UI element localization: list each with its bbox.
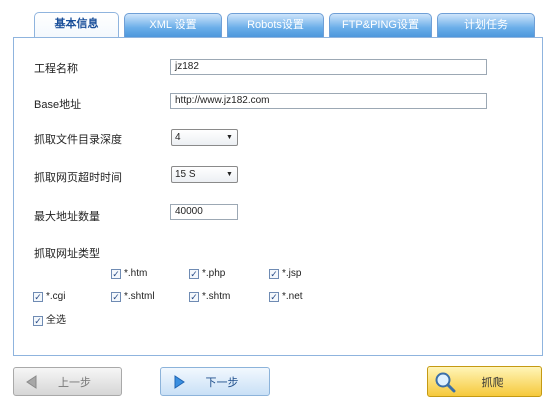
arrow-left-icon xyxy=(26,374,37,389)
next-step-label: 下一步 xyxy=(205,376,239,389)
base-url-label: Base地址 xyxy=(34,99,82,111)
crawl-depth-value: 4 xyxy=(175,132,181,143)
checkbox-box[interactable]: ✓ xyxy=(269,292,279,302)
checkbox-label: *.php xyxy=(202,268,226,279)
prev-step-button[interactable]: 上一步 xyxy=(13,367,122,396)
timeout-label: 抓取网页超时时间 xyxy=(34,172,122,184)
tab-xml-settings[interactable]: XML 设置 xyxy=(124,13,222,37)
checkbox-label: *.htm xyxy=(124,268,148,279)
crawl-label: 抓爬 xyxy=(481,376,504,389)
chevron-down-icon: ▼ xyxy=(226,134,233,141)
checkbox-box[interactable]: ✓ xyxy=(111,269,121,279)
tab-scheduled-tasks[interactable]: 计划任务 xyxy=(437,13,535,37)
project-name-label: 工程名称 xyxy=(34,63,78,75)
base-url-input[interactable]: http://www.jz182.com xyxy=(170,93,487,109)
checkbox-select-all[interactable]: ✓ 全选 xyxy=(33,315,66,327)
project-name-input[interactable]: jz182 xyxy=(170,59,487,75)
url-types-label: 抓取网址类型 xyxy=(34,248,100,260)
crawl-depth-label: 抓取文件目录深度 xyxy=(34,134,122,146)
basic-info-panel xyxy=(13,37,543,356)
checkbox-cgi[interactable]: ✓ *.cgi xyxy=(33,291,65,303)
checkbox-shtm[interactable]: ✓ *.shtm xyxy=(189,291,230,303)
checkbox-label: 全选 xyxy=(46,315,66,326)
checkbox-box[interactable]: ✓ xyxy=(111,292,121,302)
magnifier-icon xyxy=(435,372,456,392)
checkbox-php[interactable]: ✓ *.php xyxy=(189,268,225,280)
tab-robots-settings[interactable]: Robots设置 xyxy=(227,13,324,37)
chevron-down-icon: ▼ xyxy=(226,171,233,178)
tab-ftp-ping-settings[interactable]: FTP&PING设置 xyxy=(329,13,432,37)
checkbox-shtml[interactable]: ✓ *.shtml xyxy=(111,291,155,303)
crawl-button[interactable]: 抓爬 xyxy=(427,366,542,397)
checkbox-htm[interactable]: ✓ *.htm xyxy=(111,268,147,280)
checkbox-box[interactable]: ✓ xyxy=(189,269,199,279)
max-urls-input[interactable]: 40000 xyxy=(170,204,238,220)
checkbox-box[interactable]: ✓ xyxy=(33,292,43,302)
max-urls-label: 最大地址数量 xyxy=(34,211,100,223)
checkbox-label: *.shtm xyxy=(202,291,231,302)
tab-basic-info[interactable]: 基本信息 xyxy=(34,12,119,38)
crawl-depth-select[interactable]: 4 ▼ xyxy=(171,129,238,146)
checkbox-label: *.jsp xyxy=(282,268,302,279)
checkbox-label: *.cgi xyxy=(46,291,66,302)
checkbox-net[interactable]: ✓ *.net xyxy=(269,291,303,303)
prev-step-label: 上一步 xyxy=(58,376,91,389)
timeout-select[interactable]: 15 S ▼ xyxy=(171,166,238,183)
next-step-button[interactable]: 下一步 xyxy=(160,367,270,396)
timeout-value: 15 S xyxy=(175,169,196,180)
checkbox-label: *.net xyxy=(282,291,303,302)
checkbox-jsp[interactable]: ✓ *.jsp xyxy=(269,268,301,280)
checkbox-label: *.shtml xyxy=(124,291,155,302)
checkbox-box[interactable]: ✓ xyxy=(33,316,43,326)
checkbox-box[interactable]: ✓ xyxy=(189,292,199,302)
arrow-right-icon xyxy=(174,374,185,389)
checkbox-box[interactable]: ✓ xyxy=(269,269,279,279)
